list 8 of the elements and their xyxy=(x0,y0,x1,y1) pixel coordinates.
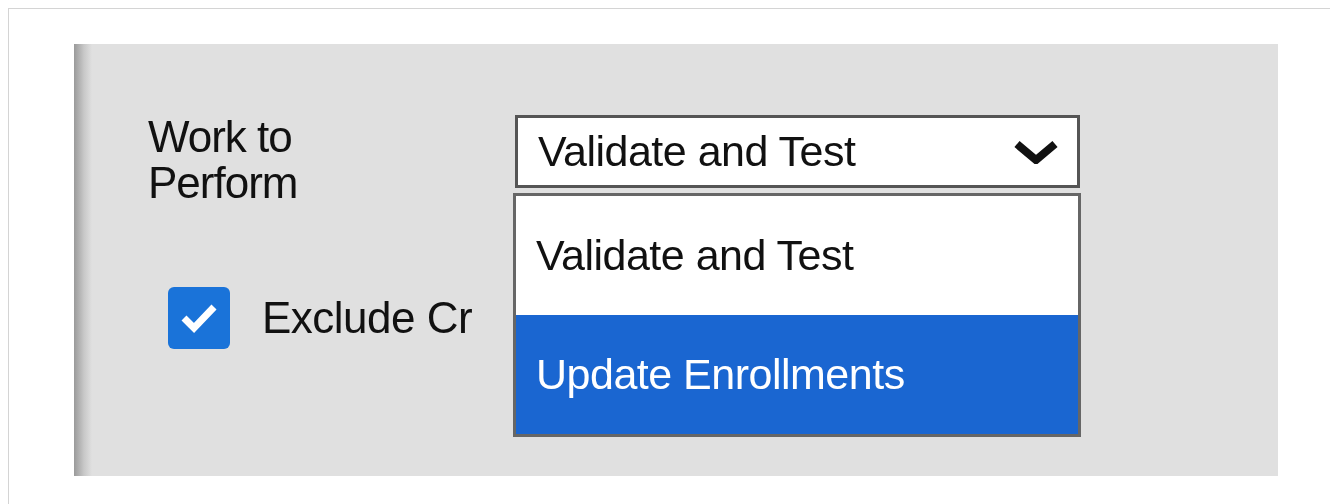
checkbox-label: Exclude Cr xyxy=(262,292,473,344)
field-label: Work to Perform xyxy=(148,114,299,207)
dropdown-option[interactable]: Validate and Test xyxy=(516,196,1078,315)
chevron-down-icon xyxy=(1013,139,1059,164)
check-icon xyxy=(180,303,218,333)
dropdown-select[interactable]: Validate and Test xyxy=(515,115,1080,188)
dropdown-option[interactable]: Update Enrollments xyxy=(516,315,1078,434)
checkbox[interactable] xyxy=(168,287,230,349)
